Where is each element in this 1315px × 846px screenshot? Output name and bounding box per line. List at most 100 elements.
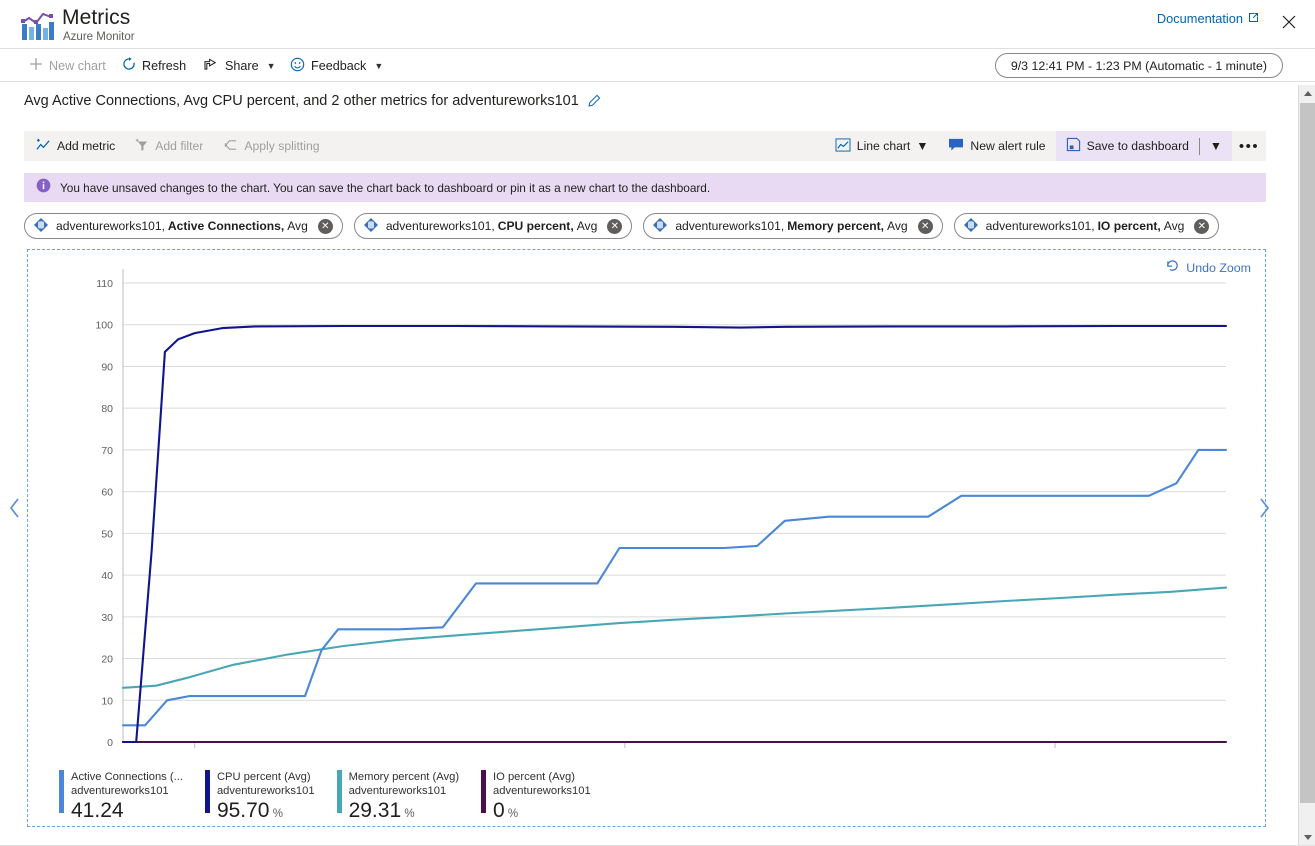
add-metric-button[interactable]: Add metric xyxy=(24,131,125,161)
close-icon[interactable] xyxy=(1275,9,1303,35)
pencil-icon[interactable] xyxy=(587,94,601,108)
legend-body: Memory percent (Avg) adventureworks101 29.… xyxy=(349,770,459,826)
chart-title-row: Avg Active Connections, Avg CPU percent,… xyxy=(24,93,601,109)
y-axis-tick-label: 60 xyxy=(101,487,113,499)
chip-aggregation: Avg xyxy=(887,219,908,233)
sql-database-icon xyxy=(33,217,49,236)
ellipsis-icon[interactable]: ••• xyxy=(1232,131,1266,161)
legend-value-number: 41.24 xyxy=(71,799,124,822)
time-range-picker[interactable]: 9/3 12:41 PM - 1:23 PM (Automatic - 1 mi… xyxy=(994,53,1283,78)
y-axis-tick-label: 90 xyxy=(101,361,113,373)
legend-color-swatch xyxy=(336,770,342,813)
legend-value-unit: % xyxy=(269,808,283,820)
refresh-icon xyxy=(122,57,136,74)
alert-speech-icon xyxy=(948,138,964,155)
plus-icon xyxy=(29,57,43,74)
vertical-scrollbar[interactable] xyxy=(1298,85,1315,846)
legend-item[interactable]: Active Connections (... adventureworks101… xyxy=(59,770,205,826)
save-disk-icon xyxy=(1066,137,1081,155)
scroll-thumb[interactable] xyxy=(1300,103,1315,803)
x-axis-tick-label: 01:15 xyxy=(1042,753,1068,755)
metrics-line-chart[interactable]: 0 10 20 30 40 50 60 70 80 90 100 110 12:45 01 PM 01:15 xyxy=(28,250,1267,755)
chevron-right-icon[interactable] xyxy=(1255,495,1273,521)
share-label: Share xyxy=(225,58,259,73)
legend-metric-name: Active Connections (... xyxy=(71,771,183,783)
metric-chip-io-percent[interactable]: adventureworks101, IO percent, Avg ✕ xyxy=(953,213,1220,239)
legend-value-number: 29.31 xyxy=(348,799,402,822)
legend-color-swatch xyxy=(59,770,64,813)
refresh-button[interactable]: Refresh xyxy=(117,49,191,82)
chip-metric: CPU percent, xyxy=(497,219,574,233)
chip-close-icon[interactable]: ✕ xyxy=(1194,218,1210,234)
legend-value-number: 95.70 xyxy=(216,799,270,822)
chevron-left-icon[interactable] xyxy=(6,495,24,521)
apply-splitting-label: Apply splitting xyxy=(244,139,320,153)
chip-metric: Memory percent, xyxy=(787,219,885,233)
documentation-link[interactable]: Documentation xyxy=(1157,11,1259,26)
y-axis-tick-label: 20 xyxy=(101,654,113,666)
metric-chip-active-connections[interactable]: adventureworks101, Active Connections, A… xyxy=(24,213,343,239)
legend-metric-name: IO percent (Avg) xyxy=(493,771,575,783)
page-title: Metrics xyxy=(62,6,131,29)
sql-database-icon xyxy=(963,217,979,236)
add-filter-button[interactable]: Add filter xyxy=(125,131,213,161)
new-alert-rule-button[interactable]: New alert rule xyxy=(938,131,1055,161)
chart-panel: Undo Zoom 010203040506070809010011012:45… xyxy=(27,249,1266,827)
legend-item[interactable]: CPU percent (Avg) adventureworks101 95.70 … xyxy=(204,770,337,826)
x-axis-tick-label: 01 PM xyxy=(610,753,640,755)
share-button[interactable]: Share ▼ xyxy=(199,49,281,82)
legend-value: 0 % xyxy=(493,799,591,826)
save-to-dashboard-button[interactable]: Save to dashboard xyxy=(1056,131,1199,161)
chip-close-icon[interactable]: ✕ xyxy=(607,218,623,234)
add-metric-icon xyxy=(36,138,51,155)
save-dropdown-button[interactable]: ▼ xyxy=(1200,131,1232,161)
chevron-down-icon: ▼ xyxy=(1209,139,1222,153)
series-line-memory-percent-avg xyxy=(121,586,1228,689)
scroll-up-arrow[interactable] xyxy=(1299,85,1315,102)
new-chart-button[interactable]: New chart xyxy=(24,49,111,82)
legend-color-swatch xyxy=(481,770,487,813)
legend-value: 41.24 xyxy=(71,799,183,823)
scroll-down-arrow[interactable] xyxy=(1299,829,1315,846)
chip-metric: Active Connections, xyxy=(167,219,285,233)
y-axis-tick-label: 10 xyxy=(101,695,113,707)
splitting-icon xyxy=(223,138,238,155)
legend-metric-name: CPU percent (Avg) xyxy=(216,771,311,783)
apply-splitting-button[interactable]: Apply splitting xyxy=(213,131,329,161)
chip-aggregation: Avg xyxy=(576,219,598,233)
smiley-icon xyxy=(290,57,305,75)
legend-metric-name: Memory percent (Avg) xyxy=(348,771,460,783)
add-metric-label: Add metric xyxy=(57,139,116,153)
banner-text: You have unsaved changes to the chart. Y… xyxy=(60,180,711,195)
chip-aggregation: Avg xyxy=(287,219,308,233)
legend-body: IO percent (Avg) adventureworks101 0 % xyxy=(493,770,591,826)
refresh-label: Refresh xyxy=(142,58,187,73)
feedback-button[interactable]: Feedback ▼ xyxy=(285,49,388,82)
chart-type-selector[interactable]: Line chart ▼ xyxy=(825,131,939,161)
legend-value: 29.31 % xyxy=(349,799,459,826)
chip-resource: adventureworks101, xyxy=(675,219,785,233)
legend-color-swatch xyxy=(204,770,210,813)
legend-item[interactable]: Memory percent (Avg) adventureworks101 29.… xyxy=(336,770,481,826)
add-filter-label: Add filter xyxy=(155,139,204,153)
legend-resource-name: adventureworks101 xyxy=(71,785,169,797)
chip-close-icon[interactable]: ✕ xyxy=(317,218,333,234)
chip-close-icon[interactable]: ✕ xyxy=(917,218,933,234)
legend-resource-name: adventureworks101 xyxy=(216,785,315,797)
chip-metric: IO percent, xyxy=(1097,219,1161,233)
unsaved-changes-banner: You have unsaved changes to the chart. Y… xyxy=(24,173,1266,202)
metric-chip-memory-percent[interactable]: adventureworks101, Memory percent, Avg ✕ xyxy=(643,213,943,239)
chip-resource: adventureworks101, xyxy=(985,219,1095,233)
metric-chip-cpu-percent[interactable]: adventureworks101, CPU percent, Avg ✕ xyxy=(353,213,633,239)
page-subtitle: Azure Monitor xyxy=(63,31,135,43)
legend-value-unit: % xyxy=(401,808,415,820)
chart-toolbar-right: Line chart ▼ New alert rule Save to dash… xyxy=(825,131,1266,161)
sql-database-icon xyxy=(363,217,379,236)
sql-database-icon xyxy=(652,217,668,236)
legend-value-unit: % xyxy=(504,808,519,820)
y-axis-tick-label: 80 xyxy=(101,403,113,415)
chip-resource: adventureworks101, xyxy=(385,219,495,233)
legend-item[interactable]: IO percent (Avg) adventureworks101 0 % xyxy=(481,770,613,826)
info-icon xyxy=(36,178,51,198)
chip-aggregation: Avg xyxy=(1163,219,1185,233)
